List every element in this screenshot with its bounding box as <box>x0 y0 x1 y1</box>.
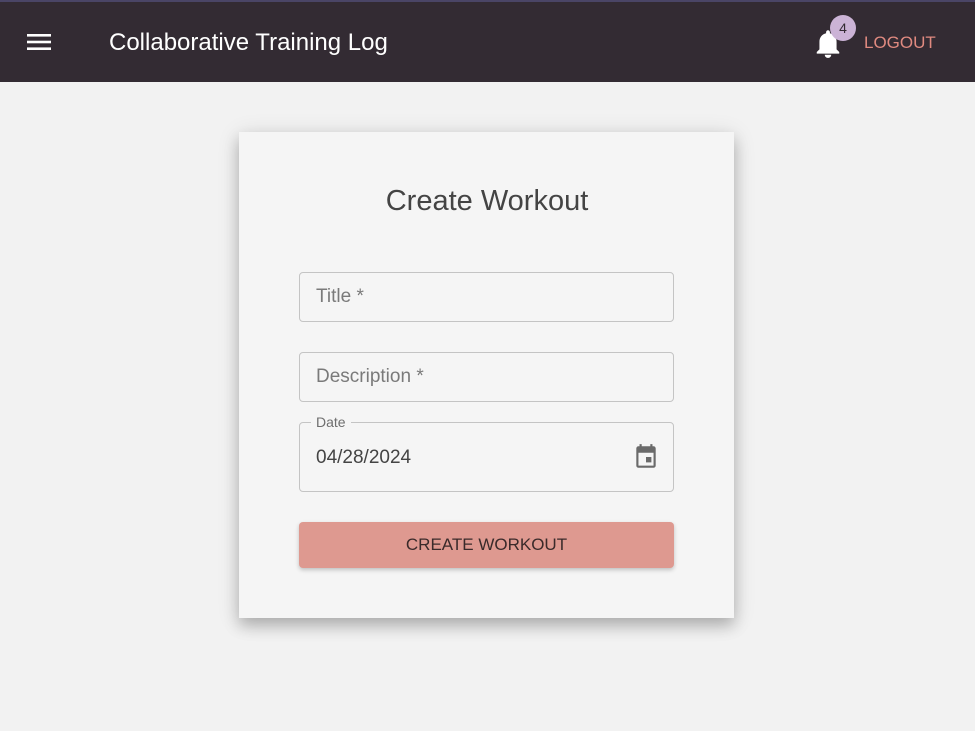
menu-button[interactable] <box>22 24 56 60</box>
date-value[interactable]: 04/28/2024 <box>316 445 411 471</box>
logout-button[interactable]: LOGOUT <box>856 28 944 58</box>
title-input[interactable] <box>316 273 646 321</box>
date-field-label: Date <box>311 413 351 431</box>
description-field[interactable] <box>299 352 674 402</box>
description-input[interactable] <box>316 353 646 401</box>
date-field[interactable]: Date 04/28/2024 <box>299 413 674 492</box>
notification-count-badge: 4 <box>830 15 856 41</box>
date-picker-button[interactable] <box>630 441 662 473</box>
hamburger-menu-icon <box>27 34 51 50</box>
app-title: Collaborative Training Log <box>109 29 388 56</box>
create-workout-button[interactable]: CREATE WORKOUT <box>299 522 674 568</box>
title-field[interactable] <box>299 272 674 322</box>
form-heading: Create Workout <box>385 185 589 217</box>
calendar-icon <box>636 444 656 468</box>
app-bar: Collaborative Training Log 4 LOGOUT <box>0 0 975 82</box>
